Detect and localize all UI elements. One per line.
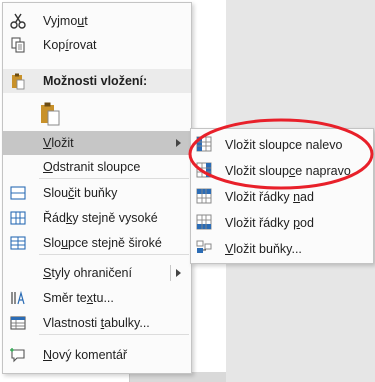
- menu-item-border-styles[interactable]: Styly ohraničení: [3, 261, 191, 285]
- insert-submenu: Vložit sloupce nalevo Vložit sloupce nap…: [190, 128, 374, 264]
- menu-item-distribute-columns[interactable]: Sloupce stejně široké: [3, 231, 191, 255]
- menu-item-table-properties[interactable]: Vlastnosti tabulky...: [3, 311, 191, 335]
- scissors-icon: [10, 13, 26, 29]
- merge-cells-icon: [10, 186, 26, 200]
- clipboard-icon: [12, 73, 25, 90]
- menu-item-label: Sloupce stejně široké: [43, 236, 162, 250]
- insert-row-below-icon: [196, 214, 212, 230]
- distribute-rows-icon: [10, 211, 26, 225]
- menu-item-new-comment[interactable]: Nový komentář: [3, 343, 191, 367]
- menu-item-label: Styly ohraničení: [43, 266, 132, 280]
- submenu-arrow-icon: [176, 139, 181, 147]
- submenu-item-label: Vložit buňky...: [225, 242, 302, 256]
- menu-item-label: Nový komentář: [43, 348, 128, 362]
- menu-item-merge-cells[interactable]: Sloučit buňky: [3, 181, 191, 205]
- submenu-item-insert-rows-below[interactable]: Vložit řádky pod: [191, 210, 373, 234]
- split-divider: [170, 265, 171, 281]
- menu-item-cut[interactable]: Vyjmout: [3, 9, 191, 33]
- menu-item-delete-columns[interactable]: Odstranit sloupce: [3, 155, 191, 179]
- insert-column-right-icon: [196, 162, 212, 178]
- submenu-item-label: Vložit řádky nad: [225, 190, 314, 204]
- submenu-item-insert-cells[interactable]: Vložit buňky...: [191, 236, 373, 260]
- submenu-item-label: Vložit sloupce nalevo: [225, 138, 343, 152]
- menu-item-label: Odstranit sloupce: [43, 160, 141, 174]
- menu-item-text-direction[interactable]: Směr textu...: [3, 286, 191, 310]
- submenu-item-insert-columns-left[interactable]: Vložit sloupce nalevo: [191, 132, 373, 156]
- menu-item-distribute-rows[interactable]: Řádky stejně vysoké: [3, 206, 191, 230]
- paste-options-header: Možnosti vložení:: [3, 69, 191, 93]
- distribute-columns-icon: [10, 236, 26, 250]
- submenu-item-insert-columns-right[interactable]: Vložit sloupce napravo: [191, 158, 373, 182]
- context-menu: Vyjmout Kopírovat Možnosti vložení: Vlož…: [2, 2, 192, 374]
- menu-item-label: Směr textu...: [43, 291, 114, 305]
- text-direction-icon: [11, 290, 25, 305]
- menu-item-insert[interactable]: Vložit: [3, 131, 191, 155]
- clipboard-paste-icon[interactable]: [39, 101, 61, 127]
- submenu-item-insert-rows-above[interactable]: Vložit řádky nad: [191, 184, 373, 208]
- menu-item-label: Vložit: [43, 136, 74, 150]
- submenu-item-label: Vložit sloupce napravo: [225, 164, 351, 178]
- menu-item-label: Vyjmout: [43, 14, 88, 28]
- new-comment-icon: [10, 348, 25, 363]
- insert-row-above-icon: [196, 188, 212, 204]
- paste-options-area: [3, 97, 191, 131]
- paste-options-label: Možnosti vložení:: [43, 74, 148, 88]
- copy-icon: [11, 37, 25, 53]
- table-properties-icon: [10, 316, 26, 330]
- menu-item-label: Sloučit buňky: [43, 186, 118, 200]
- menu-item-label: Řádky stejně vysoké: [43, 211, 158, 225]
- insert-cells-icon: [196, 240, 212, 253]
- insert-column-left-icon: [196, 136, 212, 152]
- menu-item-copy[interactable]: Kopírovat: [3, 33, 191, 57]
- submenu-item-label: Vložit řádky pod: [225, 216, 314, 230]
- submenu-arrow-icon: [176, 269, 181, 277]
- menu-item-label: Kopírovat: [43, 38, 97, 52]
- menu-item-label: Vlastnosti tabulky...: [43, 316, 150, 330]
